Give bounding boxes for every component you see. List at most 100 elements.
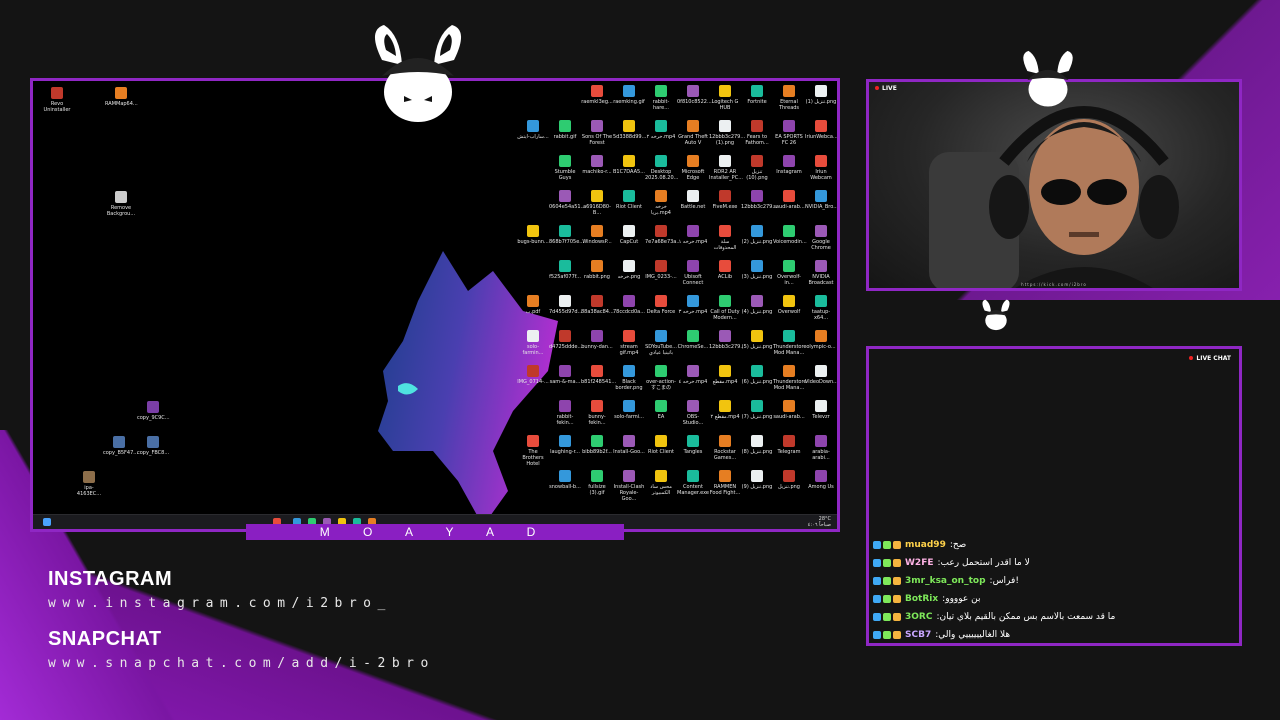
desktop-icon[interactable]: ChromeSe...	[677, 330, 709, 350]
desktop-icon[interactable]: Desktop 2025.08.20...	[645, 155, 678, 181]
desktop-icon[interactable]: bibb89b2f...	[581, 435, 613, 455]
chat-username[interactable]: 3mr_ksa_on_top	[905, 576, 986, 586]
desktop-icon[interactable]: NVIDIA_Bro...	[805, 190, 837, 210]
desktop-icon[interactable]: مقطع ٢.mp4	[709, 400, 741, 420]
desktop-icon[interactable]: snowball-b...	[549, 470, 581, 490]
desktop-icon[interactable]: bunny-dan...	[581, 330, 613, 350]
desktop-icon[interactable]: Televzr	[805, 400, 837, 420]
desktop-icon[interactable]: تنزيل (9).png	[741, 470, 773, 490]
desktop-icon[interactable]: bunny-fekin...	[581, 400, 613, 426]
desktop-icon[interactable]: bugs-bunn...	[517, 225, 549, 245]
chat-username[interactable]: BotRix	[905, 594, 938, 604]
desktop-icon[interactable]: Overwolf-in...	[773, 260, 805, 286]
desktop-icon[interactable]: RAMMEN Food Fight...	[709, 470, 741, 496]
desktop-icon[interactable]: Fortnite	[741, 85, 773, 105]
desktop-icon[interactable]: OBS-Studio...	[677, 400, 709, 426]
desktop-icon[interactable]: Logitech G HUB	[709, 85, 741, 111]
desktop-icon[interactable]: خرخه ٣.mp4	[677, 295, 709, 315]
desktop-icon[interactable]: CapCut	[613, 225, 645, 245]
desktop-icon[interactable]: Iriun Webcam	[805, 155, 837, 181]
desktop-icon[interactable]: solo-farmi...	[613, 400, 645, 420]
desktop-icon[interactable]: Instagram	[773, 155, 805, 175]
chat-username[interactable]: 3ORC	[905, 612, 932, 622]
desktop-icon[interactable]: Call of Duty Modern...	[709, 295, 741, 321]
desktop-icon[interactable]: WindowsP...	[581, 225, 613, 245]
desktop-icon[interactable]: تنزيل (8).png	[741, 435, 773, 455]
desktop-icon[interactable]: 868b7f705e...	[549, 225, 584, 245]
desktop-icon[interactable]: machiko-r...	[581, 155, 613, 175]
desktop-icon[interactable]: copy_B5F47...	[103, 436, 138, 456]
desktop-icon[interactable]: f525af077f...	[549, 260, 581, 280]
desktop-icon[interactable]: saudi-arab...	[773, 190, 805, 210]
desktop-icon[interactable]: rabbit-fekin...	[549, 400, 581, 426]
desktop-icon[interactable]: تنزيل (2).png	[741, 225, 773, 245]
desktop-icon[interactable]: Voicemodin...	[773, 225, 807, 245]
desktop-icon[interactable]: laughing-r...	[549, 435, 581, 455]
desktop-icon[interactable]: 88a38ac84...	[581, 295, 614, 315]
desktop-icon[interactable]: 0f810c8522...	[677, 85, 712, 105]
desktop-icon[interactable]: IMG_0714-...	[517, 365, 549, 385]
desktop-icon[interactable]: Content Manager.exe	[677, 470, 709, 496]
desktop-icon[interactable]: olympic-o...	[805, 330, 837, 350]
desktop-icon[interactable]: Ubisoft Connect	[677, 260, 709, 286]
desktop-icon[interactable]: Riot Client	[645, 435, 677, 455]
desktop-icon[interactable]: Telegram	[773, 435, 805, 455]
desktop-icon[interactable]: saudi-arab...	[773, 400, 805, 420]
desktop-icon[interactable]: تنزيل.png	[773, 470, 805, 490]
desktop-icon[interactable]: EA	[645, 400, 677, 420]
desktop-icon[interactable]: 78ccdcd0a...	[613, 295, 645, 315]
desktop-icon[interactable]: RDR2 AR Installer_PC...	[709, 155, 743, 181]
chat-username[interactable]: W2FE	[905, 558, 934, 568]
desktop-icon[interactable]: 12bbb3c279...	[709, 330, 745, 350]
desktop-icon[interactable]: Microsoft Edge	[677, 155, 709, 181]
desktop-icon[interactable]: taatup-x64...	[805, 295, 837, 321]
desktop-icon[interactable]: B1C7DAA5...	[613, 155, 645, 175]
desktop-icon[interactable]: Riot Client	[613, 190, 645, 210]
desktop-icon[interactable]: Delta Force	[645, 295, 677, 315]
desktop-icon[interactable]: سلة المحذوفات	[709, 225, 741, 251]
desktop-icon[interactable]: محس ساد الكمبيوتر	[645, 470, 677, 496]
desktop-icon[interactable]: تنزيل (7).png	[741, 400, 773, 420]
desktop-icon[interactable]: Google Chrome	[805, 225, 837, 251]
desktop-icon[interactable]: raemkl3eg...	[581, 85, 613, 105]
desktop-icon[interactable]: Install-Goo...	[613, 435, 645, 455]
desktop-icon[interactable]: b81f248541...	[581, 365, 616, 385]
desktop-icon[interactable]: The Brothers Hotel	[517, 435, 549, 467]
desktop-icon[interactable]: ساراب-ایتش...	[517, 120, 549, 140]
desktop-icon[interactable]: sam-&-ma...	[549, 365, 581, 385]
desktop-icon[interactable]: raemking.gif	[613, 85, 645, 105]
desktop-icon[interactable]: 5d3388d99...	[613, 120, 646, 140]
desktop-icon[interactable]: arabia-arabi...	[805, 435, 837, 461]
desktop-icon[interactable]: Tangles	[677, 435, 709, 455]
desktop-icon[interactable]: Sons Of The Forest	[581, 120, 613, 146]
desktop-icon[interactable]: تنزيل (10).png	[741, 155, 773, 181]
desktop-icon[interactable]: Eternal Threads	[773, 85, 805, 111]
start-icon[interactable]	[43, 518, 51, 526]
desktop-icon[interactable]: Thunderstore Mod Mana...	[773, 330, 807, 356]
desktop-icon[interactable]: تنزيل (3).png	[741, 260, 773, 280]
desktop-icon[interactable]: NVIDIA Broadcast	[805, 260, 837, 286]
desktop-icon[interactable]: solo-farmin...	[517, 330, 549, 356]
desktop-icon[interactable]: خرخه.png	[613, 260, 645, 280]
desktop-icon[interactable]: Among Us	[805, 470, 837, 490]
desktop-icon[interactable]: مقطع.mp4	[709, 365, 741, 385]
desktop-icon[interactable]: copy_9C9C...	[137, 401, 170, 421]
desktop-icon[interactable]: 7e7a68e73a...	[645, 225, 681, 245]
desktop-icon[interactable]: Remove Backgrou...	[105, 191, 137, 217]
desktop-icon[interactable]: خرخه ٢.mp4	[645, 120, 677, 140]
desktop-icon[interactable]: Stumble Guys	[549, 155, 581, 181]
desktop-icon[interactable]: EA SPORTS FC 26	[773, 120, 805, 146]
desktop-icon[interactable]: خرخه ٤.mp4	[677, 365, 709, 385]
desktop-icon[interactable]: 0604e54a51...	[549, 190, 585, 210]
desktop-icon[interactable]: rabbit.png	[581, 260, 613, 280]
chat-username[interactable]: SCB7	[905, 630, 931, 640]
desktop-icon[interactable]: Revo Uninstaller	[41, 87, 73, 113]
desktop-icon[interactable]: Thunderstore Mod Mana...	[773, 365, 807, 391]
desktop-icon[interactable]: Battle.net	[677, 190, 709, 210]
desktop-icon[interactable]: stream gif.mp4	[613, 330, 645, 356]
desktop-icon[interactable]: RAMMap64...	[105, 87, 138, 107]
desktop-icon[interactable]: Fears to Fathom...	[741, 120, 773, 146]
desktop-icon[interactable]: FiveM.exe	[709, 190, 741, 210]
desktop-icon[interactable]: تنزيل (6).png	[741, 365, 773, 385]
desktop-icon[interactable]: fullsize (3).gif	[581, 470, 613, 496]
